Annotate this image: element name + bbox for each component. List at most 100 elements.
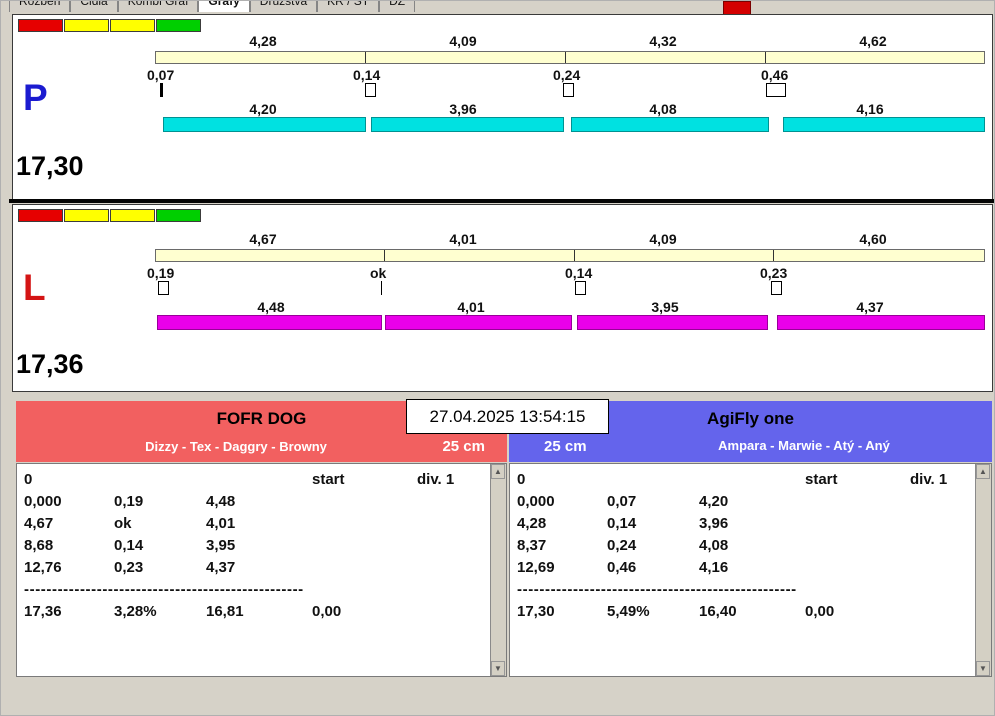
change-marker xyxy=(766,83,786,97)
jump-height: 25 cm xyxy=(442,438,485,455)
scroll-up-button[interactable]: ▲ xyxy=(976,464,990,479)
table-header-row: 0 start div. 1 xyxy=(510,471,991,493)
tab-grafy[interactable]: Grafy xyxy=(198,1,250,12)
tick-line xyxy=(574,250,576,261)
sensor-time-label: 4,01 xyxy=(449,231,477,247)
table-cell: 0,24 xyxy=(607,537,637,554)
table-cell: div. 1 xyxy=(417,471,455,488)
start-lights xyxy=(18,209,201,222)
tick-line xyxy=(772,250,774,261)
table-body: 0,000 0,19 4,48 4,67 ok 4,01 8,68 0,14 3,95 12,76… xyxy=(17,493,506,581)
yellow-light xyxy=(64,209,109,222)
split-bar xyxy=(385,315,572,330)
split-bar xyxy=(571,117,769,132)
team-dogs: Ampara - Marwie - Atý - Aný xyxy=(718,438,890,453)
table-cell: 0,000 xyxy=(517,493,555,510)
split-bar xyxy=(577,315,768,330)
split-time-label: 4,08 xyxy=(649,101,677,117)
table-cell: 0,46 xyxy=(607,559,637,576)
change-time-label: 0,24 xyxy=(553,67,581,83)
table-header-row: 0 start div. 1 xyxy=(17,471,506,493)
table-cell: 8,37 xyxy=(517,537,547,554)
change-time-label: 0,14 xyxy=(565,265,593,281)
tab-dru-stva[interactable]: Družstva xyxy=(249,1,318,12)
table-cell: 3,96 xyxy=(699,515,729,532)
change-time-label: ok xyxy=(370,265,387,281)
tick-line xyxy=(765,52,767,63)
scroll-down-button[interactable]: ▼ xyxy=(491,661,505,676)
split-bar xyxy=(783,117,985,132)
lane-letter-p: P xyxy=(23,77,48,118)
tab-kombi-graf[interactable]: Kombi Graf xyxy=(117,1,199,12)
table-cell: 4,67 xyxy=(24,515,54,532)
split-bar xyxy=(777,315,985,330)
scrollbar[interactable]: ▲ ▼ xyxy=(490,464,506,676)
change-time-label: 0,19 xyxy=(147,265,175,281)
sensor-time-label: 4,32 xyxy=(649,33,677,49)
table-row: 4,28 0,14 3,96 xyxy=(510,515,991,537)
split-time-label: 4,20 xyxy=(249,101,277,117)
results-table-left: 0 start div. 1 0,000 0,19 4,48 4,67 ok 4,01 8,… xyxy=(16,463,507,677)
table-cell: 0,23 xyxy=(114,559,144,576)
totals-row: 17,30 5,49% 16,40 0,00 xyxy=(510,603,991,625)
table-cell: ok xyxy=(114,515,132,532)
red-light xyxy=(18,209,63,222)
total-penalty: 0,00 xyxy=(312,603,342,620)
table-cell: 8,68 xyxy=(24,537,54,554)
split-time-label: 4,37 xyxy=(856,299,884,315)
change-time-label: 0,07 xyxy=(147,67,175,83)
green-light xyxy=(156,209,201,222)
table-cell: 0 xyxy=(24,471,33,488)
total-time: 17,30 xyxy=(517,603,555,620)
divider-row: ----------------------------------------… xyxy=(17,581,506,603)
change-time-label: 0,23 xyxy=(760,265,788,281)
change-marker xyxy=(158,281,169,295)
table-row: 0,000 0,07 4,20 xyxy=(510,493,991,515)
split-bar xyxy=(157,315,382,330)
tick-line xyxy=(383,250,385,261)
tab--idla[interactable]: Čidla xyxy=(70,1,118,12)
yellow-light xyxy=(64,19,109,32)
total-penalty: 0,00 xyxy=(805,603,835,620)
change-marker xyxy=(381,281,382,295)
table-cell: 4,48 xyxy=(206,493,236,510)
table-cell: 4,08 xyxy=(699,537,729,554)
teams-section: FOFR DOG Dizzy - Tex - Daggry - Browny 2… xyxy=(16,401,992,677)
timing-panel-p: P 17,30 4,28 4,09 4,32 4,62 0,07 0,14 0,… xyxy=(12,14,993,200)
total-time: 17,36 xyxy=(24,603,62,620)
split-time-label: 4,16 xyxy=(856,101,884,117)
jump-height: 25 cm xyxy=(544,438,587,455)
change-marker xyxy=(771,281,782,295)
red-indicator-button[interactable] xyxy=(723,1,751,15)
results-table-right: 0 start div. 1 0,000 0,07 4,20 4,28 0,14 3,96… xyxy=(509,463,992,677)
dashed-divider: ----------------------------------------… xyxy=(517,581,797,598)
table-cell: div. 1 xyxy=(910,471,948,488)
start-lights xyxy=(18,19,201,32)
datetime-display: 27.04.2025 13:54:15 xyxy=(406,399,609,434)
tab-rozbeh[interactable]: Rozbeh xyxy=(9,1,71,12)
change-marker xyxy=(575,281,586,295)
red-light xyxy=(18,19,63,32)
table-cell: 12,76 xyxy=(24,559,62,576)
total-net-time: 16,40 xyxy=(699,603,737,620)
change-marker xyxy=(563,83,574,97)
table-cell: 12,69 xyxy=(517,559,555,576)
split-time-label: 3,96 xyxy=(449,101,477,117)
tab-dz[interactable]: DZ xyxy=(379,1,416,12)
split-bar xyxy=(163,117,366,132)
table-cell: start xyxy=(805,471,838,488)
split-time-label: 4,48 xyxy=(257,299,285,315)
table-body: 0,000 0,07 4,20 4,28 0,14 3,96 8,37 0,24 4,08 12,… xyxy=(510,493,991,581)
table-cell: 0,07 xyxy=(607,493,637,510)
table-cell: 4,28 xyxy=(517,515,547,532)
sensor-time-label: 4,60 xyxy=(859,231,887,247)
tab-bar: Rozbeh Čidla Kombi Graf Grafy Družstva KR / S… xyxy=(9,1,709,12)
scroll-down-button[interactable]: ▼ xyxy=(976,661,990,676)
scrollbar[interactable]: ▲ ▼ xyxy=(975,464,991,676)
scroll-up-button[interactable]: ▲ xyxy=(491,464,505,479)
change-time-label: 0,14 xyxy=(353,67,381,83)
table-cell: 4,37 xyxy=(206,559,236,576)
sensor-time-label: 4,28 xyxy=(249,33,277,49)
tab-kr-st[interactable]: KR / ST xyxy=(317,1,380,12)
sensor-time-label: 4,67 xyxy=(249,231,277,247)
